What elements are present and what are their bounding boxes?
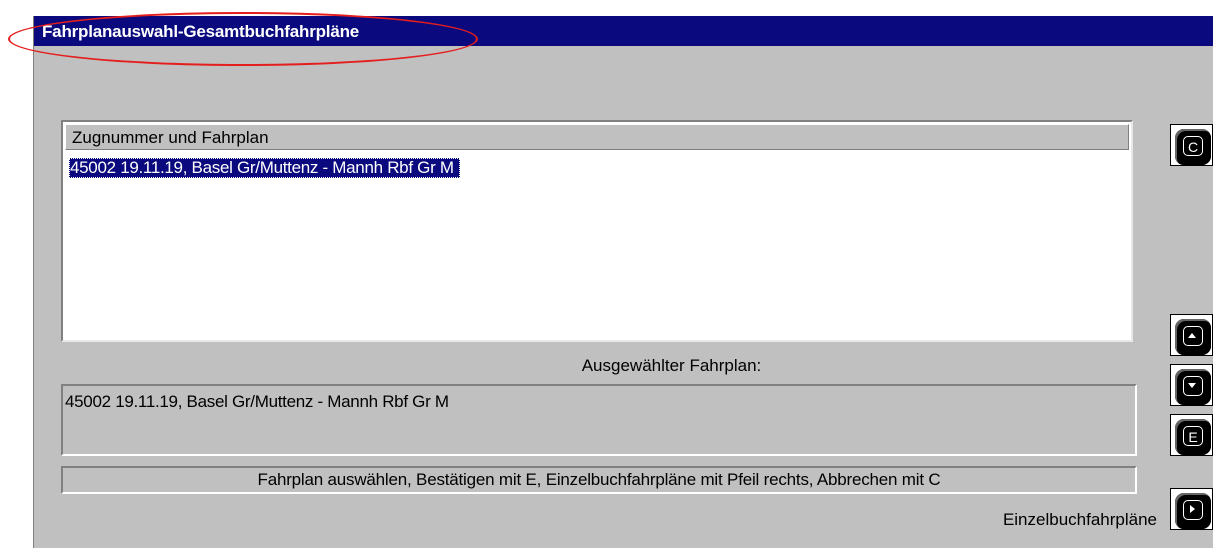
confirm-e-button[interactable]: E: [1170, 414, 1213, 456]
selected-timetable-label: Ausgewählter Fahrplan:: [581, 356, 762, 375]
timetable-listbox[interactable]: Zugnummer und Fahrplan 45002 19.11.19, B…: [61, 120, 1133, 342]
e-key-icon: E: [1183, 426, 1203, 446]
up-arrow-icon: [1183, 326, 1203, 346]
title-bar: Fahrplanauswahl-Gesamtbuchfahrpläne: [34, 16, 1213, 46]
down-arrow-icon: [1183, 376, 1203, 396]
window-title: Fahrplanauswahl-Gesamtbuchfahrpläne: [42, 22, 360, 41]
right-arrow-icon: [1183, 500, 1203, 520]
c-key-icon: C: [1183, 136, 1203, 156]
einzelbuchfahrplaene-right-button[interactable]: [1170, 488, 1213, 530]
scroll-up-button[interactable]: [1170, 314, 1213, 356]
einzelbuchfahrplaene-label: Einzelbuchfahrpläne: [1002, 510, 1157, 529]
selected-timetable-display: 45002 19.11.19, Basel Gr/Muttenz - Mannh…: [61, 384, 1137, 456]
instruction-status-bar: Fahrplan auswählen, Bestätigen mit E, Ei…: [61, 466, 1137, 494]
cancel-c-button[interactable]: C: [1170, 124, 1213, 166]
list-column-header[interactable]: Zugnummer und Fahrplan: [65, 124, 1129, 150]
scroll-down-button[interactable]: [1170, 364, 1213, 406]
list-item-selected[interactable]: 45002 19.11.19, Basel Gr/Muttenz - Mannh…: [69, 158, 460, 178]
